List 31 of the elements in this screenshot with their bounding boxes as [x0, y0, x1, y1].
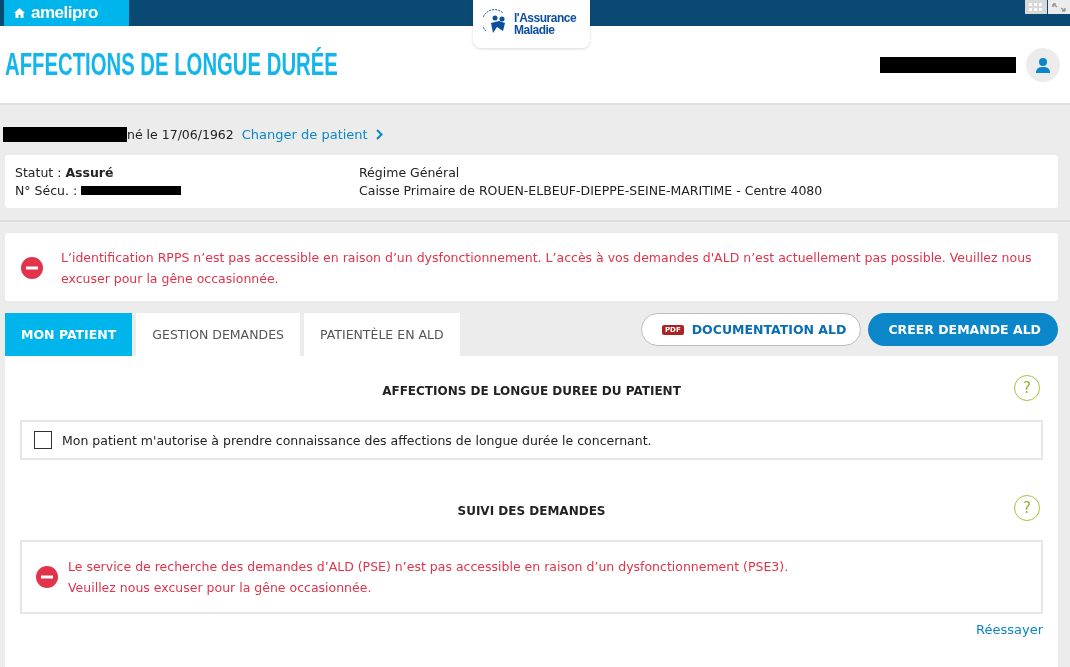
tab[interactable]: MON PATIENT [5, 313, 133, 356]
retry-link[interactable]: Réessayer [976, 622, 1043, 637]
brand-name: amelipro [31, 3, 98, 23]
status-value: Assuré [65, 165, 114, 180]
caisse-text: Caisse Primaire de ROUEN-ELBEUF-DIEPPE-SEINE-MARITIME - Centre 4080 [359, 183, 824, 198]
help-button[interactable]: ? [1014, 495, 1040, 521]
create-request-button[interactable]: CREER DEMANDE ALD [868, 313, 1058, 346]
consent-checkbox[interactable] [34, 431, 52, 449]
regime-text: Régime Général [359, 165, 461, 180]
tab[interactable]: GESTION DEMANDES [136, 313, 300, 356]
error-icon [21, 257, 43, 279]
birth-date: né le 17/06/1962 [127, 126, 234, 142]
error-message: Le service de recherche des demandes d’ALD (PSE) n’est pas accessible en raison d’un dysfonctionnement (PSE3). Veuillez nous excuser pour la gêne occasionnée. [68, 558, 789, 597]
chevron-icon [375, 128, 383, 140]
tab[interactable]: PATIENTÈLE EN ALD [304, 313, 460, 356]
section-title: SUIVI DES DEMANDES [457, 504, 606, 518]
home-icon [14, 8, 25, 18]
logo-text: l'Assurance Maladie [514, 12, 577, 36]
consent-label: Mon patient m'autorise à prendre connaissance des affections de longue durée le concernant. [62, 432, 652, 448]
change-patient-link[interactable]: Changer de patient [241, 126, 383, 142]
expand-icon[interactable] [1048, 0, 1070, 14]
section-title: AFFECTIONS DE LONGUE DUREE DU PATIENT [382, 384, 681, 398]
help-button[interactable]: ? [1014, 375, 1040, 401]
status-label: Statut : [15, 165, 62, 180]
alert-message: L’identification RPPS n’est pas accessible en raison d’un dysfonctionnement. L’accès à vos demandes d'ALD n’est actuellement pas possible. Veuillez nous excuser pour la gêne occasionnée. [61, 249, 1033, 288]
secu-label: N° Sécu. : [15, 183, 78, 198]
error-icon [36, 566, 58, 588]
page-title: AFFECTIONS DE LONGUE DURÉE [5, 46, 338, 83]
brand-tab[interactable]: amelipro [4, 0, 129, 26]
user-icon [1035, 56, 1051, 73]
user-avatar[interactable] [1026, 47, 1060, 82]
